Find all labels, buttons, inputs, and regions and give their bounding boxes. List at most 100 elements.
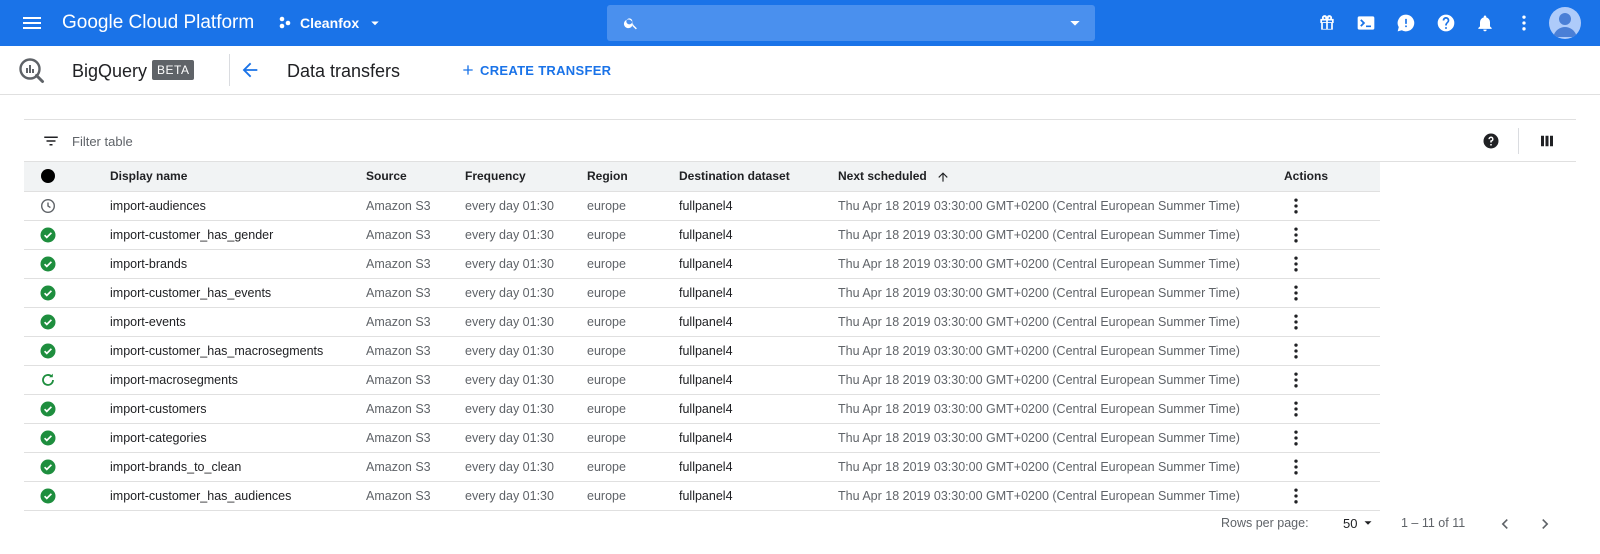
hamburger-menu-icon[interactable]: [20, 11, 44, 35]
platform-title[interactable]: Google Cloud Platform: [62, 11, 254, 35]
column-display-icon[interactable]: [1538, 132, 1556, 150]
table-row[interactable]: import-customers Amazon S3 every day 01:30…: [24, 394, 1380, 424]
more-vert-icon[interactable]: [1286, 486, 1306, 506]
table-row[interactable]: import-brands Amazon S3 every day 01:30 eur…: [24, 249, 1380, 279]
status-cell: [24, 249, 110, 279]
display-name-cell[interactable]: import-categories: [110, 423, 366, 453]
more-vert-icon[interactable]: [1286, 428, 1306, 448]
more-vert-icon[interactable]: [1286, 370, 1306, 390]
search-dropdown-icon[interactable]: [1067, 15, 1083, 31]
sort-arrow-up-icon[interactable]: [936, 170, 950, 184]
next-page-icon[interactable]: [1535, 514, 1555, 534]
page-title: Data transfers: [287, 61, 401, 81]
display-name-cell[interactable]: import-customer_has_macrosegments: [110, 336, 366, 366]
project-icon: [279, 16, 291, 29]
table-row[interactable]: import-brands_to_clean Amazon S3 every day…: [24, 452, 1380, 482]
top-app-bar: Google Cloud Platform Cleanfox: [0, 0, 1600, 46]
user-avatar-icon: [1553, 13, 1577, 37]
display-name-cell[interactable]: import-customer_has_events: [110, 278, 366, 308]
rows-per-page-select[interactable]: 50: [1343, 512, 1375, 534]
create-transfer-label: CREATE TRANSFER: [480, 62, 612, 78]
running-refresh-icon: [42, 373, 54, 386]
account-avatar[interactable]: [1549, 7, 1581, 39]
status-cell: [24, 336, 110, 366]
table-row[interactable]: import-customer_has_audiences Amazon S3 ev…: [24, 481, 1380, 511]
source-cell: Amazon S3: [366, 336, 465, 366]
more-vert-icon[interactable]: [1286, 312, 1306, 332]
status-cell: [24, 423, 110, 453]
more-vert-icon[interactable]: [1286, 457, 1306, 477]
destination-cell: fullpanel4: [679, 191, 838, 221]
display-name-cell[interactable]: import-events: [110, 307, 366, 337]
region-cell: europe: [587, 394, 679, 424]
display-name-cell[interactable]: import-macrosegments: [110, 365, 366, 395]
success-check-icon: [40, 314, 56, 329]
display-name-cell[interactable]: import-customer_has_gender: [110, 220, 366, 250]
next-scheduled-cell: Thu Apr 18 2019 03:30:00 GMT+0200 (Centr…: [838, 365, 1284, 395]
cloud-shell-icon[interactable]: [1356, 13, 1376, 33]
destination-header[interactable]: Destination dataset: [679, 162, 838, 192]
display-name-cell[interactable]: import-audiences: [110, 191, 366, 221]
destination-cell: fullpanel4: [679, 452, 838, 482]
display-name-cell[interactable]: import-customers: [110, 394, 366, 424]
next-scheduled-cell: Thu Apr 18 2019 03:30:00 GMT+0200 (Centr…: [838, 481, 1284, 511]
more-vert-icon[interactable]: [1286, 196, 1306, 216]
help-icon[interactable]: [1482, 132, 1500, 150]
table-row[interactable]: import-categories Amazon S3 every day 01:3…: [24, 423, 1380, 453]
region-header[interactable]: Region: [587, 162, 679, 192]
filter-table-input[interactable]: [72, 130, 672, 152]
header-divider: [229, 54, 230, 86]
gift-icon[interactable]: [1317, 13, 1337, 33]
help-icon[interactable]: [1436, 13, 1456, 33]
beta-badge: BETA: [152, 60, 195, 80]
create-transfer-button[interactable]: CREATE TRANSFER: [460, 59, 611, 81]
table-row[interactable]: import-audiences Amazon S3 every day 01:30…: [24, 191, 1380, 221]
frequency-cell: every day 01:30: [465, 452, 587, 482]
region-cell: europe: [587, 249, 679, 279]
feedback-icon[interactable]: [1396, 13, 1416, 33]
more-vert-icon[interactable]: [1286, 254, 1306, 274]
region-cell: europe: [587, 191, 679, 221]
status-cell: [24, 307, 110, 337]
table-row[interactable]: import-customer_has_events Amazon S3 every…: [24, 278, 1380, 308]
search-bar[interactable]: [607, 5, 1095, 41]
project-name: Cleanfox: [300, 15, 360, 31]
back-arrow-icon[interactable]: [239, 59, 261, 81]
bigquery-logo-icon: [19, 58, 44, 83]
table-row[interactable]: import-macrosegments Amazon S3 every day 0…: [24, 365, 1380, 395]
source-header[interactable]: Source: [366, 162, 465, 192]
more-vert-icon[interactable]: [1514, 13, 1534, 33]
display-name-header[interactable]: Display name: [110, 162, 366, 192]
more-vert-icon[interactable]: [1286, 341, 1306, 361]
source-cell: Amazon S3: [366, 423, 465, 453]
table-row[interactable]: import-customer_has_macrosegments Amazon …: [24, 336, 1380, 366]
transfers-table: Display name Source Frequency Region Des…: [24, 162, 1380, 511]
table-row[interactable]: import-events Amazon S3 every day 01:30 eur…: [24, 307, 1380, 337]
frequency-cell: every day 01:30: [465, 307, 587, 337]
next-scheduled-cell: Thu Apr 18 2019 03:30:00 GMT+0200 (Centr…: [838, 220, 1284, 250]
more-vert-icon[interactable]: [1286, 399, 1306, 419]
table-row[interactable]: import-customer_has_gender Amazon S3 every…: [24, 220, 1380, 250]
source-cell: Amazon S3: [366, 278, 465, 308]
status-column-header[interactable]: [24, 162, 110, 192]
success-check-icon: [40, 285, 56, 300]
previous-page-icon[interactable]: [1495, 514, 1515, 534]
display-name-cell[interactable]: import-brands_to_clean: [110, 452, 366, 482]
frequency-cell: every day 01:30: [465, 394, 587, 424]
display-name-cell[interactable]: import-brands: [110, 249, 366, 279]
next-scheduled-header[interactable]: Next scheduled: [838, 162, 1284, 192]
destination-cell: fullpanel4: [679, 394, 838, 424]
status-cell: [24, 452, 110, 482]
search-input[interactable]: [653, 11, 1033, 35]
destination-cell: fullpanel4: [679, 307, 838, 337]
notifications-icon[interactable]: [1475, 13, 1495, 33]
more-vert-icon[interactable]: [1286, 283, 1306, 303]
status-dot-icon: [41, 169, 55, 184]
project-selector[interactable]: Cleanfox: [277, 8, 384, 38]
success-check-icon: [40, 488, 56, 503]
frequency-header[interactable]: Frequency: [465, 162, 587, 192]
more-vert-icon[interactable]: [1286, 225, 1306, 245]
frequency-cell: every day 01:30: [465, 365, 587, 395]
display-name-cell[interactable]: import-customer_has_audiences: [110, 481, 366, 511]
status-cell: [24, 394, 110, 424]
